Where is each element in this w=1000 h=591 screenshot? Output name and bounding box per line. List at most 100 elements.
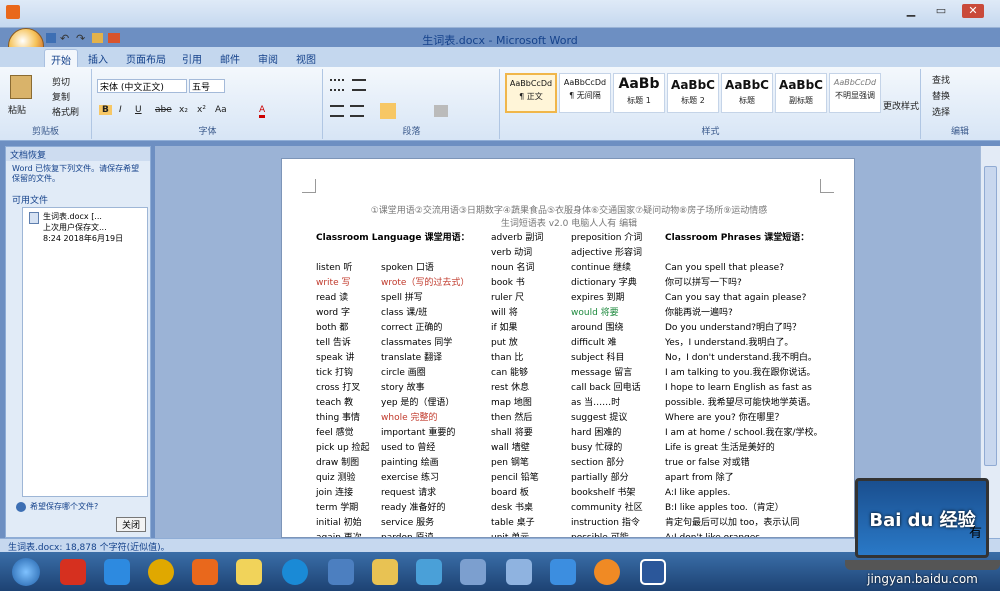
text-line: 肯定句最后可以加 too，表示认同 <box>665 518 800 528</box>
text-line: adverb 副词 <box>491 233 544 243</box>
text-line: shall 将要 <box>491 428 533 438</box>
ribbon: 粘贴 剪切 复制 格式刷 剪贴板 宋体 (中文正文) 五号 B I U abe … <box>0 67 1000 141</box>
strike-button[interactable]: abe <box>155 105 172 115</box>
text-line: put 放 <box>491 338 518 348</box>
text-line: than 比 <box>491 353 524 363</box>
font-name-combo[interactable]: 宋体 (中文正文) <box>97 79 187 93</box>
style-title[interactable]: AaBbC 标题 <box>721 73 773 113</box>
app-icon[interactable] <box>60 559 86 585</box>
shading-icon[interactable] <box>434 105 448 117</box>
style-heading-1[interactable]: AaBb 标题 1 <box>613 73 665 113</box>
notes-icon[interactable] <box>236 559 262 585</box>
find-button[interactable]: 查找 <box>932 73 950 86</box>
clipboard-group: 粘贴 剪切 复制 格式刷 剪贴板 <box>0 69 92 139</box>
tab-home[interactable]: 开始 <box>44 49 78 67</box>
style-no-spacing[interactable]: AaBbCcDd ¶ 无间隔 <box>559 73 611 113</box>
numbering-icon[interactable] <box>352 79 366 91</box>
paragraph-group: 段落 <box>324 69 500 139</box>
text-line: Where are you? 你在哪里？ <box>665 413 784 423</box>
justify-icon[interactable] <box>380 103 396 119</box>
bullets-icon[interactable] <box>330 79 344 91</box>
monitor-icon[interactable] <box>328 559 354 585</box>
text-line: expires 到期 <box>571 293 625 303</box>
bold-button[interactable]: B <box>99 105 112 115</box>
tab-view[interactable]: 视图 <box>290 49 322 67</box>
text-line: Do you understand?明白了吗？ <box>665 323 801 333</box>
recovered-file-name[interactable]: 生词表.docx [... <box>43 211 102 222</box>
recovered-file-time: 8:24 2018年6月19日 <box>43 234 124 243</box>
paint-icon[interactable] <box>506 559 532 585</box>
recovered-files-list[interactable]: 生词表.docx [... 上次用户保存文... 8:24 2018年6月19日 <box>22 207 148 497</box>
which-file-link[interactable]: 希望保存哪个文件? <box>30 501 98 512</box>
browser-icon[interactable] <box>282 559 308 585</box>
style-heading-2[interactable]: AaBbC 标题 2 <box>667 73 719 113</box>
text-line: I hope to learn English as fast as <box>665 383 812 393</box>
copy-button[interactable]: 复制 <box>52 90 70 103</box>
text-line: 你可以拼写一下吗? <box>665 278 742 288</box>
style-normal[interactable]: AaBbCcDd ¶ 正文 <box>505 73 557 113</box>
text-line: subject 科目 <box>571 353 625 363</box>
minimize-button[interactable]: ▁ <box>900 4 922 18</box>
text-line: 你能再说一遍吗? <box>665 308 733 318</box>
baidu-netdisk-icon[interactable] <box>550 559 576 585</box>
chrome-icon[interactable] <box>148 559 174 585</box>
text-line: class 课/班 <box>381 308 428 318</box>
ie-icon[interactable] <box>104 559 130 585</box>
paste-button[interactable]: 粘贴 <box>8 103 26 116</box>
cut-button[interactable]: 剪切 <box>52 75 70 88</box>
column-5: Classroom Phrases 课堂短语： Can you spell tha… <box>665 231 823 537</box>
text-line: pardon 原谅 <box>381 533 434 538</box>
style-subtitle[interactable]: AaBbC 副标题 <box>775 73 827 113</box>
app-icon[interactable] <box>6 5 20 19</box>
media-icon[interactable] <box>192 559 218 585</box>
select-button[interactable]: 选择 <box>932 105 950 118</box>
text-line: Can you spell that please? <box>665 263 784 273</box>
window-title: 生词表.docx - Microsoft Word <box>422 34 578 47</box>
format-painter-button[interactable]: 格式刷 <box>52 105 79 118</box>
tab-references[interactable]: 引用 <box>176 49 208 67</box>
close-pane-button[interactable]: 关闭 <box>116 517 146 532</box>
style-subtle-emphasis[interactable]: AaBbCcDd 不明显强调 <box>829 73 881 113</box>
italic-button[interactable]: I <box>119 105 122 115</box>
help-icon[interactable] <box>16 502 26 512</box>
start-icon[interactable] <box>12 558 40 586</box>
change-styles-button[interactable]: 更改样式 <box>883 99 919 112</box>
available-files-label: 可用文件 <box>12 196 49 206</box>
paste-icon[interactable] <box>10 75 32 99</box>
watermark-badge: 有 <box>969 526 983 541</box>
change-case-button[interactable]: Aa <box>215 105 227 115</box>
title-bar: ▁ ▭ ✕ <box>0 0 1000 28</box>
text-line: board 板 <box>491 488 529 498</box>
close-button[interactable]: ✕ <box>962 4 984 18</box>
tab-review[interactable]: 审阅 <box>252 49 284 67</box>
watermark-overlay: Bai du 经验 有 jingyan.baidu.com <box>845 476 1000 591</box>
tab-insert[interactable]: 插入 <box>82 49 114 67</box>
tool-icon[interactable] <box>416 559 442 585</box>
restore-button[interactable]: ▭ <box>930 4 952 18</box>
folder-icon[interactable] <box>372 559 398 585</box>
text-line: service 服务 <box>381 518 435 528</box>
tab-page-layout[interactable]: 页面布局 <box>120 49 172 67</box>
underline-button[interactable]: U <box>135 105 142 115</box>
text-line: wrote（写的过去式） <box>381 278 470 288</box>
subscript-button[interactable]: x₂ <box>179 105 188 115</box>
text-line: message 留言 <box>571 368 633 378</box>
text-line: important 重要的 <box>381 428 456 438</box>
firefox-icon[interactable] <box>594 559 620 585</box>
replace-button[interactable]: 替换 <box>932 89 950 102</box>
text-line: A:I like apples. <box>665 488 731 498</box>
text-line: book 书 <box>491 278 525 288</box>
tab-mailings[interactable]: 邮件 <box>214 49 246 67</box>
scroll-thumb[interactable] <box>984 166 997 466</box>
image-icon[interactable] <box>460 559 486 585</box>
align-left-icon[interactable] <box>330 105 344 117</box>
text-line: around 围绕 <box>571 323 624 333</box>
text-line: community 社区 <box>571 503 643 513</box>
superscript-button[interactable]: x² <box>197 105 206 115</box>
word-icon[interactable] <box>640 559 666 585</box>
align-center-icon[interactable] <box>350 105 364 117</box>
font-color-button[interactable]: A <box>259 105 266 118</box>
font-size-combo[interactable]: 五号 <box>189 79 225 93</box>
document-page[interactable]: ①课堂用语②交流用语③日期数字④蔬果食品⑤衣服身体⑥交通国家⑦疑问动物⑧房子场所… <box>281 158 855 538</box>
recovery-message: Word 已恢复下列文件。请保存希望保留的文件。 <box>12 164 140 183</box>
